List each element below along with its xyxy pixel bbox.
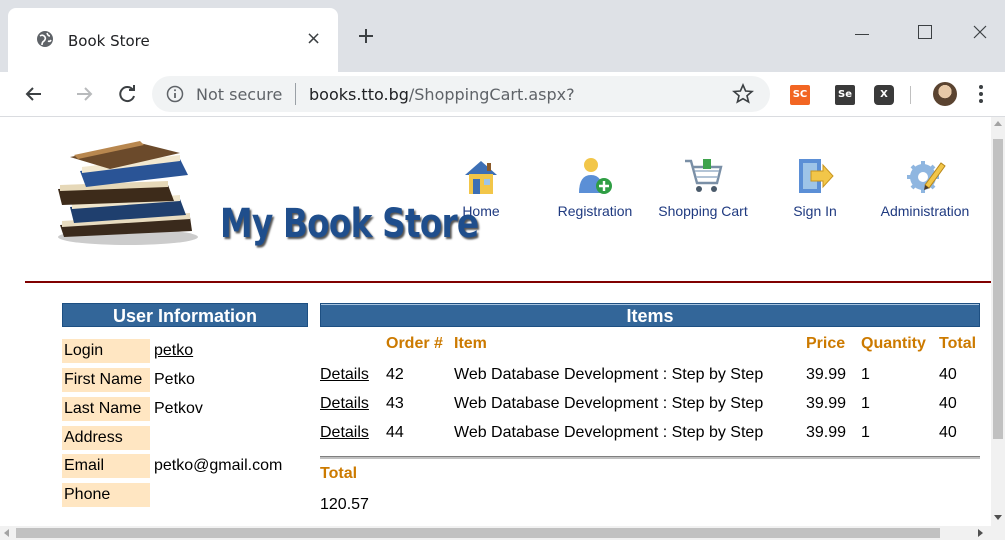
sign-in-icon <box>799 159 834 193</box>
login-link[interactable]: petko <box>154 342 193 360</box>
tab-strip: Book Store × <box>0 0 1005 72</box>
table-row: Details 44 Web Database Development : St… <box>0 424 1005 448</box>
horizontal-scrollbar[interactable] <box>0 526 1005 540</box>
gear-pencil-icon <box>907 161 946 193</box>
nav-registration-label: Registration <box>557 203 633 219</box>
tab-book-store[interactable]: Book Store × <box>8 8 338 72</box>
nav-administration[interactable]: Administration <box>870 155 980 219</box>
add-user-icon <box>579 158 612 194</box>
nav-home[interactable]: Home <box>455 155 507 219</box>
url-domain: books.tto.bg <box>309 85 409 104</box>
details-link[interactable]: Details <box>320 366 369 384</box>
item-price: 39.99 <box>806 424 847 441</box>
bookmark-star-icon[interactable] <box>732 83 754 105</box>
item-quantity: 1 <box>861 424 870 441</box>
item-price: 39.99 <box>806 366 847 383</box>
scroll-up-arrow-icon[interactable] <box>994 121 1002 126</box>
item-price: 39.99 <box>806 395 847 412</box>
item-total: 40 <box>939 424 957 441</box>
item-total: 40 <box>939 395 957 412</box>
info-icon[interactable] <box>166 85 184 103</box>
reload-icon[interactable] <box>116 83 138 105</box>
item-title: Web Database Development : Step by Step <box>454 395 764 412</box>
col-quantity: Quantity <box>861 335 926 352</box>
nav-sign-in[interactable]: Sign In <box>785 155 845 219</box>
minimize-icon[interactable] <box>855 34 869 35</box>
order-number: 43 <box>386 395 404 412</box>
col-order-number: Order # <box>386 335 443 352</box>
col-price: Price <box>806 335 846 352</box>
logo-text: My Book Store <box>220 201 479 247</box>
back-arrow-icon[interactable] <box>24 84 44 104</box>
total-label: Total <box>320 465 358 482</box>
phone-label: Phone <box>62 483 150 507</box>
items-total-divider <box>320 456 980 459</box>
details-link[interactable]: Details <box>320 424 369 442</box>
horizontal-scroll-thumb[interactable] <box>16 528 940 538</box>
item-quantity: 1 <box>861 366 870 383</box>
user-information-header: User Information <box>62 303 308 327</box>
item-title: Web Database Development : Step by Step <box>454 366 764 383</box>
toolbar-separator <box>910 86 911 104</box>
header-divider <box>25 281 991 283</box>
nav-shopping-cart-label: Shopping Cart <box>658 203 748 219</box>
email-value: petko@gmail.com <box>154 457 283 474</box>
vertical-scrollbar[interactable] <box>991 117 1005 526</box>
book-stack-icon <box>58 141 198 245</box>
scroll-right-arrow-icon[interactable] <box>978 529 983 537</box>
table-row: Details 42 Web Database Development : St… <box>0 366 1005 390</box>
cart-icon <box>685 159 723 192</box>
browser-toolbar: Not secure books.tto.bg/ShoppingCart.asp… <box>0 72 1005 117</box>
items-header: Items <box>320 303 980 327</box>
tab-title: Book Store <box>68 32 150 50</box>
nav-administration-label: Administration <box>880 203 970 219</box>
new-tab-icon[interactable] <box>356 26 376 46</box>
url-path: /ShoppingCart.aspx? <box>408 85 575 104</box>
nav-home-label: Home <box>462 203 500 219</box>
maximize-icon[interactable] <box>918 25 932 39</box>
total-value: 120.57 <box>320 496 369 513</box>
nav-sign-in-label: Sign In <box>793 203 837 219</box>
col-total: Total <box>939 335 977 352</box>
window-close-icon[interactable] <box>970 22 990 42</box>
item-title: Web Database Development : Step by Step <box>454 424 764 441</box>
forward-arrow-icon[interactable] <box>74 84 94 104</box>
nav-shopping-cart[interactable]: Shopping Cart <box>648 155 758 219</box>
scroll-down-arrow-icon[interactable] <box>994 515 1002 520</box>
globe-icon <box>37 31 53 47</box>
item-total: 40 <box>939 366 957 383</box>
nav-registration[interactable]: Registration <box>550 155 640 219</box>
item-quantity: 1 <box>861 395 870 412</box>
tab-close-icon[interactable]: × <box>306 28 321 49</box>
site-logo[interactable]: My Book Store <box>40 137 479 252</box>
login-label: Login <box>62 339 150 363</box>
extension-x-icon[interactable]: X <box>874 85 894 105</box>
vertical-scroll-thumb[interactable] <box>993 139 1003 439</box>
order-number: 42 <box>386 366 404 383</box>
extension-selenium-icon[interactable]: Se <box>835 85 855 105</box>
kebab-menu-icon[interactable] <box>978 84 984 104</box>
house-icon <box>465 161 497 194</box>
scroll-left-arrow-icon[interactable] <box>4 529 9 537</box>
col-item: Item <box>454 335 487 352</box>
page-viewport: My Book Store Home Registration Shopping… <box>0 117 1005 540</box>
security-status[interactable]: Not secure <box>196 85 282 104</box>
details-link[interactable]: Details <box>320 395 369 413</box>
extension-sc-icon[interactable]: SC <box>790 85 810 105</box>
address-separator <box>295 83 296 105</box>
url-text[interactable]: books.tto.bg/ShoppingCart.aspx? <box>309 85 575 104</box>
address-bar[interactable]: Not secure books.tto.bg/ShoppingCart.asp… <box>152 76 770 112</box>
table-row: Details 43 Web Database Development : St… <box>0 395 1005 419</box>
order-number: 44 <box>386 424 404 441</box>
profile-avatar[interactable] <box>933 82 957 106</box>
email-label: Email <box>62 454 150 478</box>
